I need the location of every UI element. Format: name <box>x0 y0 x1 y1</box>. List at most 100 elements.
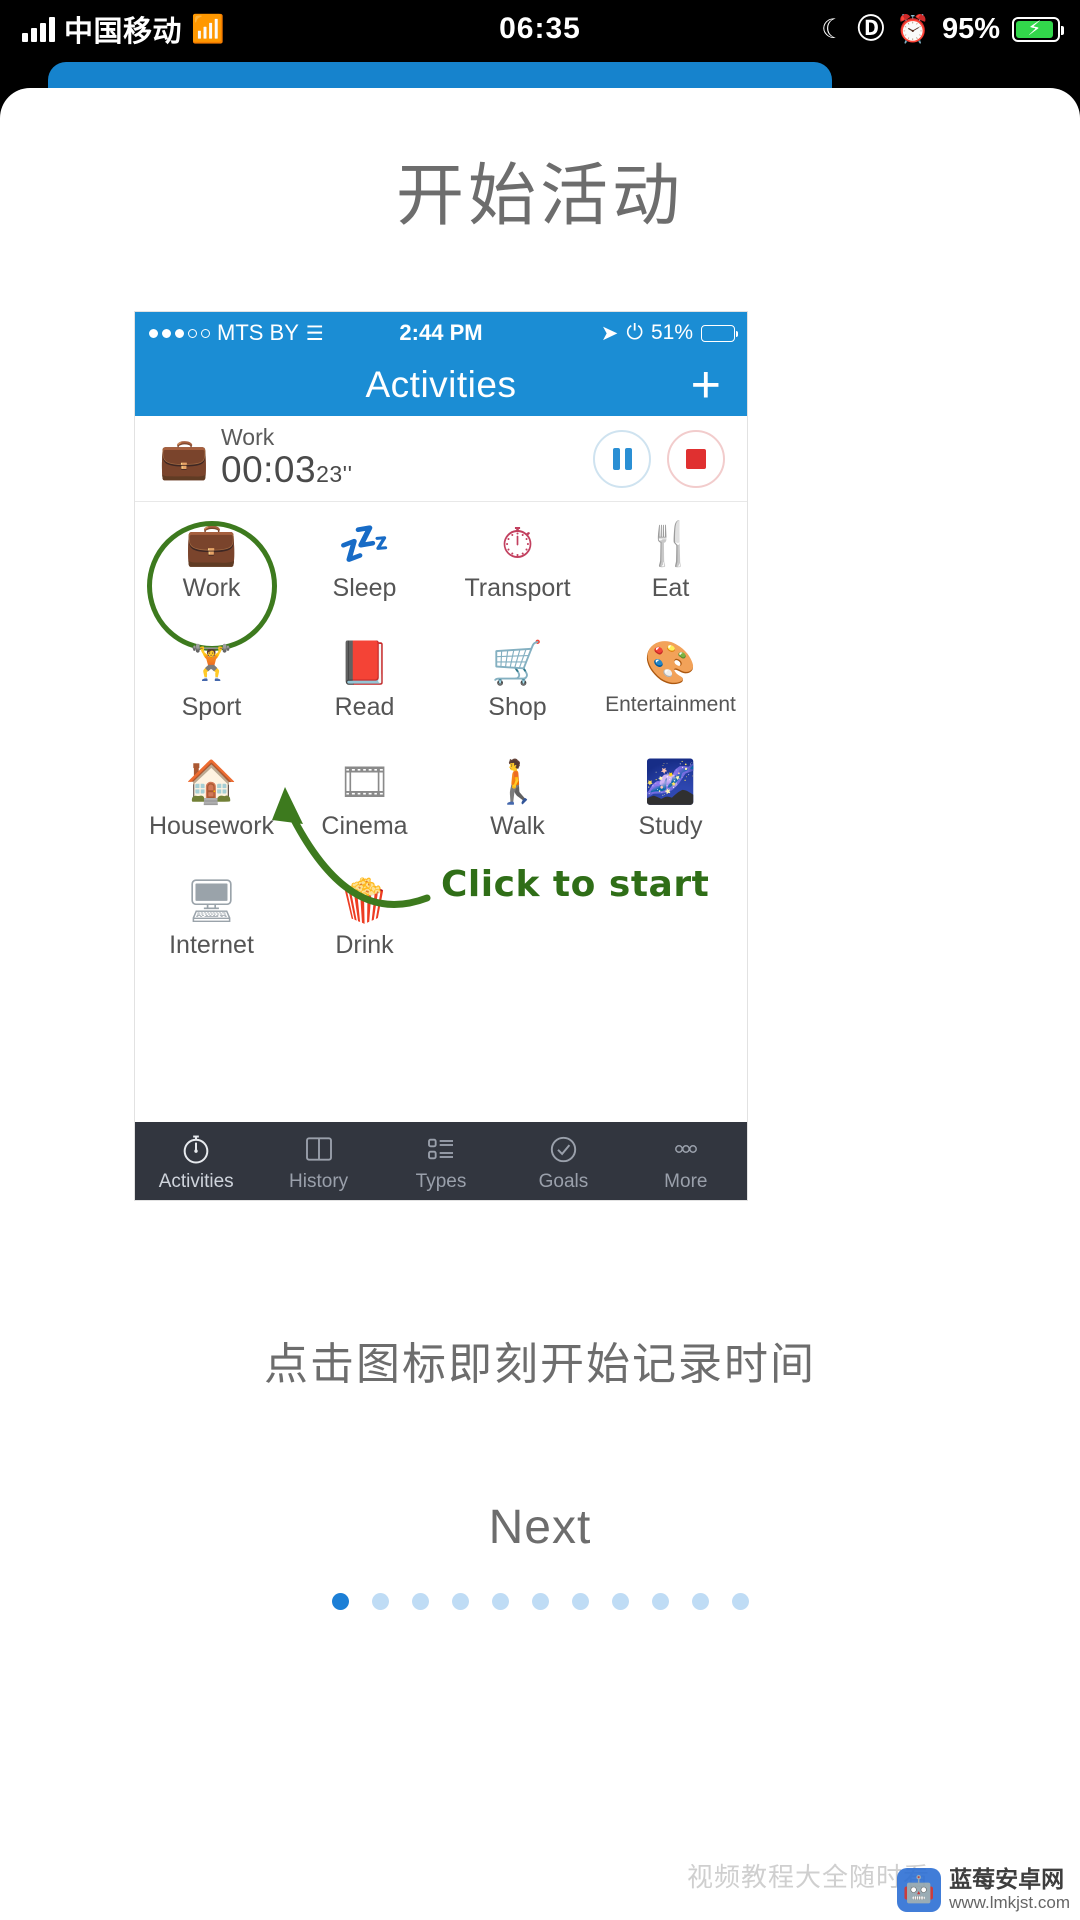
activity-cell-transport[interactable]: ⏱ Transport <box>441 516 594 631</box>
battery-icon <box>701 324 738 342</box>
annotation-text: Click to start <box>441 864 710 905</box>
status-right-group: ☾ Ⓓ ⏰ 95% ⚡ <box>821 12 1064 46</box>
page-dot[interactable] <box>571 1593 589 1610</box>
page-dot[interactable] <box>691 1593 709 1610</box>
pause-icon <box>612 447 632 470</box>
ellipsis-icon <box>669 1129 703 1169</box>
cutlery-icon: 🍴 <box>644 520 697 567</box>
activity-cell-walk[interactable]: 🚶 Walk <box>441 754 594 869</box>
activity-cell-sleep[interactable]: 💤 Sleep <box>288 516 441 631</box>
page-dot[interactable] <box>731 1593 749 1610</box>
sleep-icon: 💤 <box>338 520 391 567</box>
activity-cell-internet[interactable]: 🖥 Internet <box>135 873 288 988</box>
activity-label: Housework <box>148 812 275 840</box>
page-dot[interactable] <box>371 1593 389 1610</box>
stop-button[interactable] <box>667 429 725 488</box>
timer-activity-label: Work <box>221 424 275 451</box>
activity-cell-drink[interactable]: 🍿 Drink <box>288 873 441 988</box>
activity-grid: 💼 Work 💤 Sleep ⏱ Transport 🍴 Eat 🏋 Sport <box>135 502 747 988</box>
location-arrow-icon: ➤ <box>600 321 619 345</box>
dumbbell-icon: 🏋 <box>190 644 233 682</box>
check-circle-icon <box>547 1129 580 1169</box>
drink-icon: 🍿 <box>338 877 391 924</box>
next-button[interactable]: Next <box>0 1500 1080 1555</box>
timer-controls <box>593 429 725 488</box>
activity-label: Walk <box>490 812 545 840</box>
palette-icon: 🎨 <box>644 639 697 686</box>
activity-cell-housework[interactable]: 🏠 Housework <box>135 754 288 869</box>
briefcase-icon: 💼 <box>185 520 238 567</box>
stopwatch-icon <box>179 1129 213 1169</box>
page-title: 开始活动 <box>395 158 684 234</box>
briefcase-icon: 💼 <box>159 437 209 481</box>
moon-icon: ☾ <box>821 13 846 44</box>
monitor-icon: 🖥 <box>184 877 239 924</box>
house-icon: 🏠 <box>185 758 238 805</box>
tab-goals[interactable]: Goals <box>502 1129 624 1193</box>
activity-label: Study <box>638 812 703 840</box>
activity-label: Read <box>334 693 395 721</box>
activity-label: Shop <box>488 693 547 721</box>
tab-label: Types <box>415 1171 467 1192</box>
activity-cell-work[interactable]: 💼 Work <box>135 516 288 651</box>
shopping-cart-icon: 🛒 <box>491 639 544 686</box>
activity-label: Eat <box>651 574 690 602</box>
activity-cell-entertainment[interactable]: 🎨 Entertainment <box>594 635 747 750</box>
app-tab-bar: Activities History Types Goals More <box>135 1122 747 1200</box>
tab-history[interactable]: History <box>257 1129 379 1193</box>
page-dot[interactable] <box>491 1593 509 1610</box>
page-dot[interactable] <box>451 1593 469 1610</box>
watermark-site-url: www.lmkjst.com <box>949 1892 1070 1912</box>
page-dot[interactable] <box>651 1593 669 1610</box>
pause-button[interactable] <box>593 429 651 488</box>
timer-text-group: Work 00:0323'' <box>221 425 593 492</box>
watermark-text-group: 蓝莓安卓网 www.lmkjst.com <box>949 1866 1070 1912</box>
walking-icon: 🚶 <box>491 758 544 805</box>
tab-activities[interactable]: Activities <box>135 1129 257 1193</box>
activity-label: Work <box>182 574 241 602</box>
page-dot[interactable] <box>531 1593 549 1610</box>
app-screenshot: MTS BY ☰ 2:44 PM ➤ ⏻ 51% Activities + 💼 … <box>135 312 747 1200</box>
tab-more[interactable]: More <box>625 1129 747 1193</box>
speedometer-icon: ⏱ <box>501 520 534 567</box>
phone-status-bar: 中国移动 📶 06:35 ☾ Ⓓ ⏰ 95% ⚡ <box>0 0 1080 58</box>
rotation-lock-icon: Ⓓ <box>857 13 885 44</box>
battery-percent-label: 95% <box>941 12 1000 45</box>
app-battery-percent: 51% <box>650 321 693 344</box>
activity-label: Cinema <box>321 812 408 840</box>
page-dot[interactable] <box>411 1593 429 1610</box>
add-activity-button[interactable]: + <box>691 359 721 411</box>
activity-label: Drink <box>335 931 394 959</box>
tab-label: More <box>664 1171 708 1192</box>
watermark-logo-icon: 🤖 <box>897 1867 942 1912</box>
onboarding-caption: 点击图标即刻开始记录时间 <box>264 1340 816 1389</box>
watermark-faint-text: 视频教程大全随时看 <box>686 1862 930 1892</box>
nav-title: Activities <box>365 364 517 405</box>
page-indicator[interactable] <box>0 1593 1080 1610</box>
activity-cell-sport[interactable]: 🏋 Sport <box>135 635 288 750</box>
activity-label: Entertainment <box>605 693 736 716</box>
book-open-icon <box>303 1129 335 1169</box>
alarm-icon: ⏰ <box>896 13 930 44</box>
activity-label: Sleep <box>332 574 397 602</box>
planet-icon: 🌌 <box>644 758 697 805</box>
activity-label: Sport <box>181 693 242 721</box>
onboarding-card: 开始活动 MTS BY ☰ 2:44 PM ➤ ⏻ 51% Activities… <box>0 88 1080 1920</box>
activity-cell-eat[interactable]: 🍴 Eat <box>594 516 747 631</box>
running-timer-row[interactable]: 💼 Work 00:0323'' <box>135 416 747 502</box>
page-dot[interactable] <box>611 1593 629 1610</box>
activity-cell-study[interactable]: 🌌 Study <box>594 754 747 869</box>
bluetooth-icon: ⏻ <box>626 321 643 344</box>
timer-value: 00:0323'' <box>221 449 353 491</box>
app-status-bar: MTS BY ☰ 2:44 PM ➤ ⏻ 51% <box>135 312 747 354</box>
app-navigation-bar: Activities + <box>135 354 747 416</box>
activity-cell-cinema[interactable]: 🎞 Cinema <box>288 754 441 869</box>
tab-label: History <box>289 1171 349 1192</box>
app-status-right: ➤ ⏻ 51% <box>600 321 738 346</box>
page-dot[interactable] <box>331 1593 349 1610</box>
activity-cell-shop[interactable]: 🛒 Shop <box>441 635 594 750</box>
list-icon <box>425 1129 457 1169</box>
tab-types[interactable]: Types <box>380 1129 502 1193</box>
activity-cell-read[interactable]: 📕 Read <box>288 635 441 750</box>
activity-label: Transport <box>464 574 571 602</box>
